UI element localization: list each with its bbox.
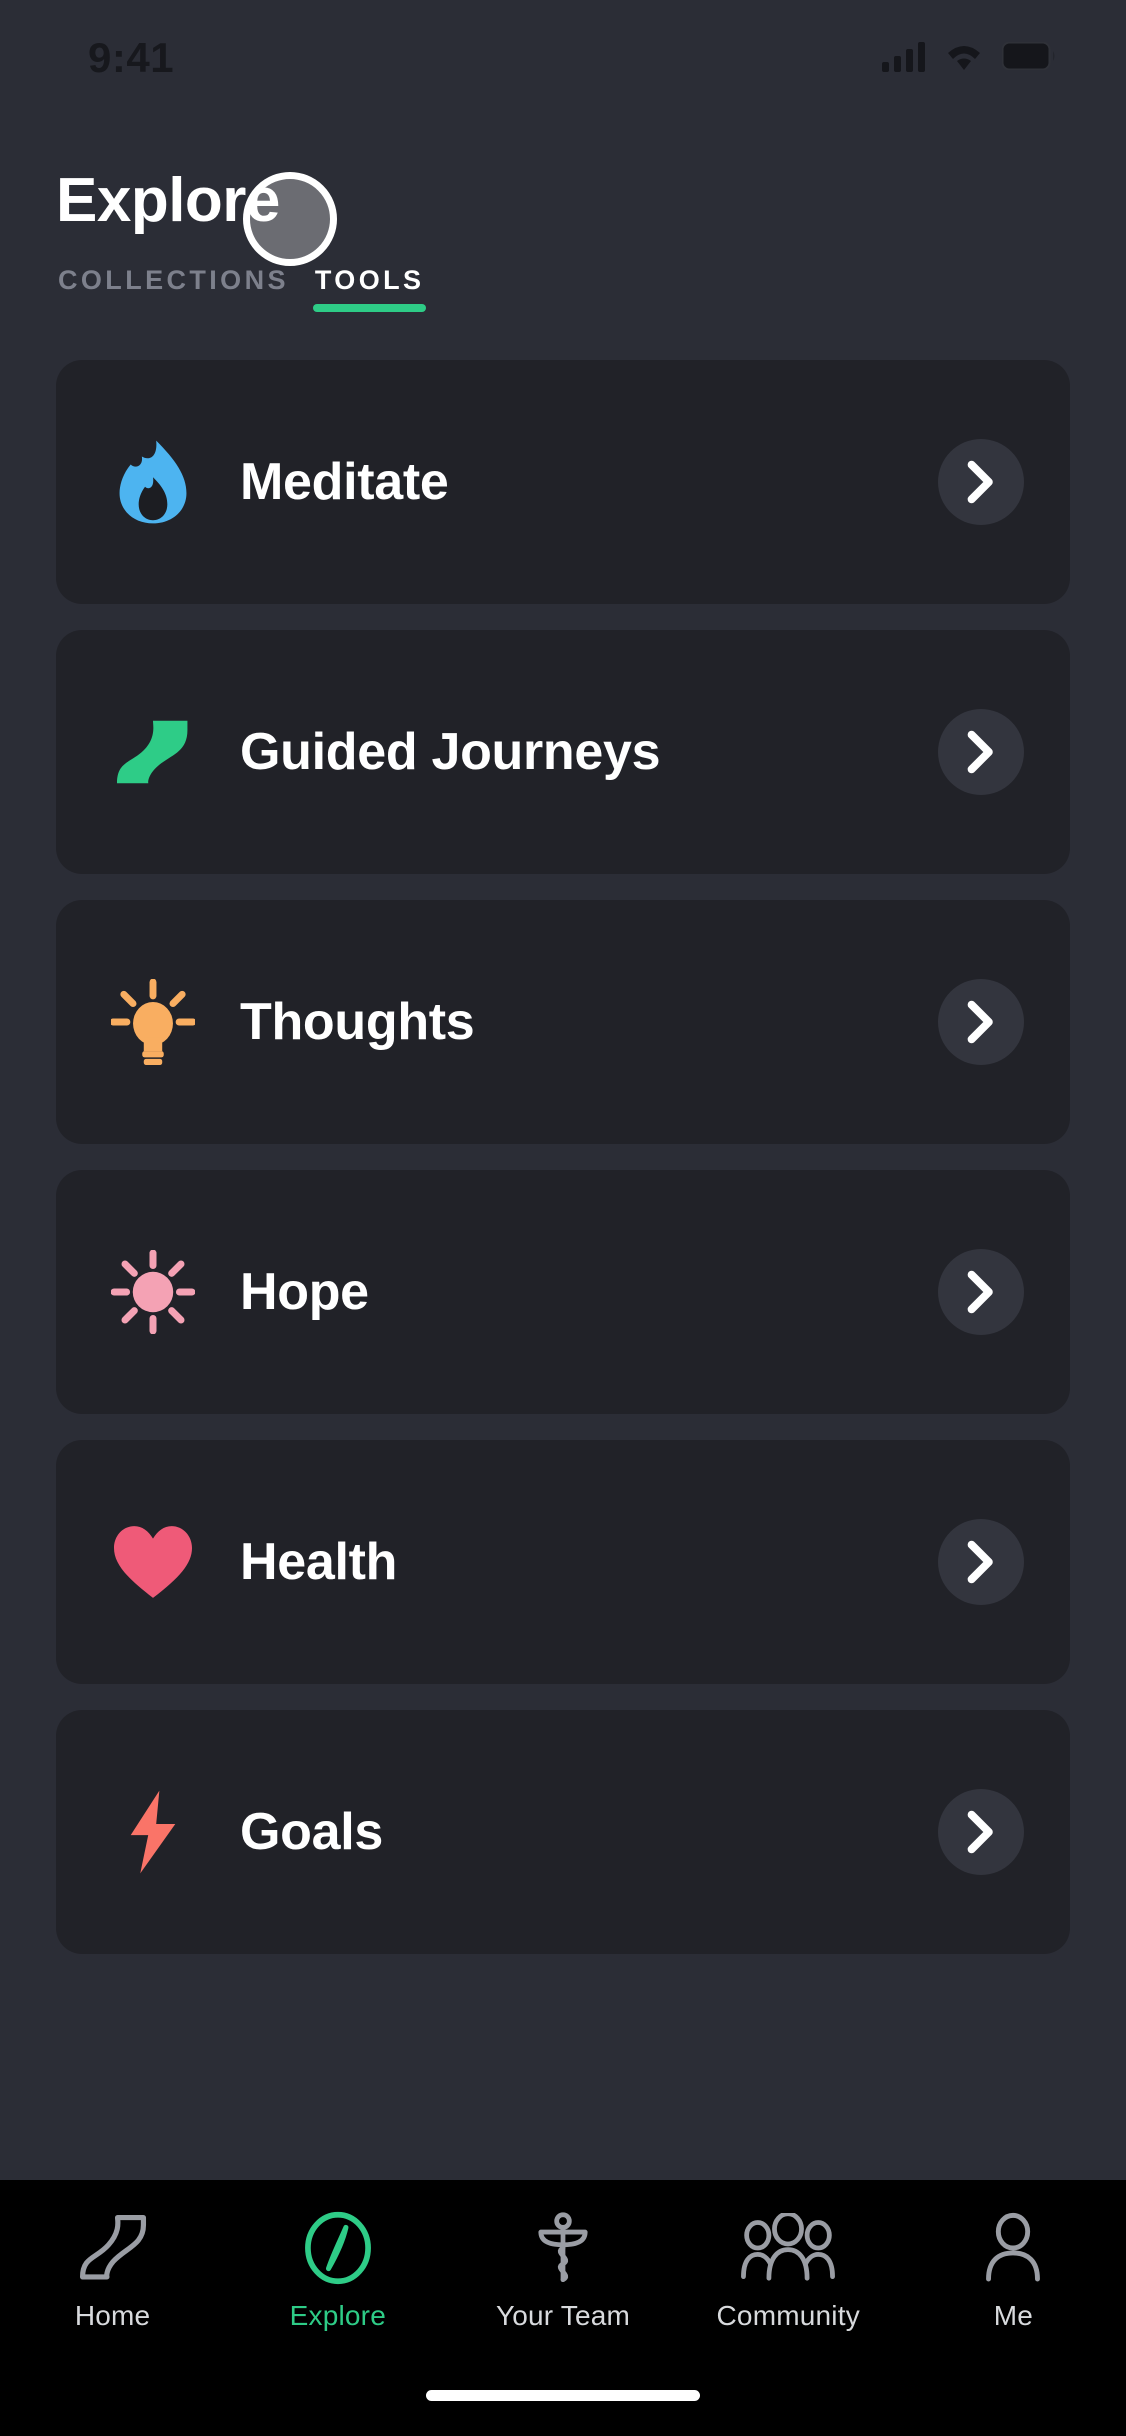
wifi-icon — [942, 40, 986, 77]
tool-label: Hope — [240, 1263, 369, 1322]
tools-list: Meditate Guided Journeys Thoughts Hope H… — [0, 312, 1126, 2180]
battery-icon — [1001, 41, 1056, 75]
tabbar-label: Home — [74, 2300, 151, 2331]
tabbar-item-community[interactable]: Community — [676, 2210, 901, 2332]
bottom-tab-bar: Home Explore Your Team Community Me — [0, 2180, 1126, 2390]
phone-screen: 9:41 Explore COLLECTIONS TOOLS Meditate … — [0, 0, 1126, 2436]
chevron-right-icon[interactable] — [938, 709, 1024, 796]
chevron-right-icon[interactable] — [938, 1789, 1024, 1876]
tool-label: Guided Journeys — [240, 723, 661, 782]
tabbar-label: Your Team — [495, 2300, 631, 2331]
sun-icon — [110, 1249, 196, 1335]
tool-card-hope[interactable]: Hope — [56, 1170, 1070, 1415]
tabbar-item-explore[interactable]: Explore — [225, 2210, 450, 2332]
chevron-right-icon[interactable] — [938, 1519, 1024, 1606]
tabbar-label: Community — [716, 2300, 860, 2331]
tool-card-health[interactable]: Health — [56, 1440, 1070, 1685]
chevron-right-icon[interactable] — [938, 1249, 1024, 1336]
cellular-signal-icon — [882, 40, 926, 77]
bolt-icon — [110, 1789, 196, 1875]
flame-icon — [110, 439, 196, 525]
status-indicators — [882, 40, 1056, 77]
status-bar: 9:41 — [0, 0, 1126, 108]
tool-label: Goals — [240, 1803, 383, 1862]
tool-card-goals[interactable]: Goals — [56, 1710, 1070, 1955]
tab-collections[interactable]: COLLECTIONS — [56, 265, 291, 312]
people-icon — [740, 2210, 836, 2286]
segment-tabs: COLLECTIONS TOOLS — [56, 265, 1070, 313]
page-header: Explore COLLECTIONS TOOLS — [0, 108, 1126, 313]
person-icon — [982, 2210, 1044, 2286]
caduceus-icon — [528, 2210, 598, 2286]
compass-icon — [302, 2210, 374, 2286]
chevron-right-icon[interactable] — [938, 439, 1024, 526]
heart-icon — [110, 1519, 196, 1605]
path-curve-icon — [76, 2210, 150, 2286]
tab-tools[interactable]: TOOLS — [312, 265, 427, 313]
tabbar-item-me[interactable]: Me — [901, 2210, 1126, 2332]
tool-card-guided-journeys[interactable]: Guided Journeys — [56, 630, 1070, 875]
path-curve-icon — [110, 709, 196, 795]
tool-label: Health — [240, 1533, 398, 1592]
lightbulb-icon — [110, 979, 196, 1066]
tabbar-label: Explore — [289, 2300, 386, 2331]
page-title: Explore — [56, 166, 280, 235]
home-indicator-area — [0, 2390, 1126, 2436]
chevron-right-icon[interactable] — [938, 979, 1024, 1066]
tool-label: Thoughts — [240, 993, 475, 1052]
home-indicator[interactable] — [426, 2390, 700, 2401]
tabbar-item-your-team[interactable]: Your Team — [450, 2210, 675, 2332]
tool-card-meditate[interactable]: Meditate — [56, 360, 1070, 605]
tool-card-thoughts[interactable]: Thoughts — [56, 900, 1070, 1145]
tabbar-item-home[interactable]: Home — [0, 2210, 225, 2332]
tool-label: Meditate — [240, 453, 449, 512]
status-time: 9:41 — [88, 34, 175, 81]
tabbar-label: Me — [993, 2300, 1034, 2331]
